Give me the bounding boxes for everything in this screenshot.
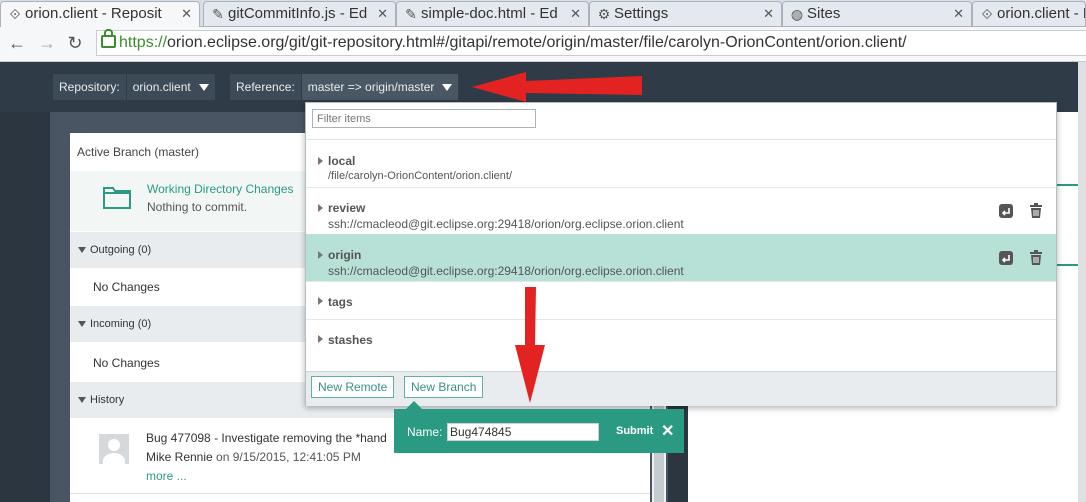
branch-name-input[interactable] bbox=[447, 423, 599, 441]
close-tab-icon[interactable]: ✕ bbox=[377, 2, 388, 26]
remote-item-tags[interactable]: tags bbox=[306, 281, 1056, 320]
chevron-down-icon bbox=[442, 84, 453, 92]
folder-icon bbox=[103, 187, 131, 209]
new-branch-popup: Name: Submit ✕ bbox=[394, 401, 684, 453]
filter-input[interactable] bbox=[312, 109, 536, 128]
back-arrow-icon[interactable]: ← bbox=[6, 31, 28, 55]
pencil-icon: ✎ bbox=[212, 6, 224, 22]
triangle-right-icon bbox=[318, 157, 323, 165]
browser-toolbar: ← → ↻ https://orion.eclipse.org/git/git-… bbox=[0, 27, 1086, 62]
address-bar[interactable]: https://orion.eclipse.org/git/git-reposi… bbox=[96, 29, 1086, 56]
name-label: Name: bbox=[407, 425, 443, 439]
active-branch-label: Active Branch (master) bbox=[77, 145, 200, 159]
new-branch-button[interactable]: New Branch bbox=[404, 376, 484, 398]
close-tab-icon[interactable]: ✕ bbox=[181, 2, 192, 26]
triangle-down-icon bbox=[78, 247, 86, 254]
submit-button[interactable]: Submit bbox=[616, 425, 653, 437]
trash-icon[interactable] bbox=[1028, 203, 1044, 219]
orion-diamond-icon: ⟐ bbox=[981, 6, 993, 22]
forward-arrow-icon[interactable]: → bbox=[36, 31, 58, 55]
fetch-icon[interactable] bbox=[998, 203, 1014, 219]
close-tab-icon[interactable]: ✕ bbox=[953, 2, 964, 26]
chevron-down-icon bbox=[198, 84, 209, 92]
annotation-arrow-down bbox=[515, 287, 545, 403]
tab-gitcommitinfo[interactable]: ✎ gitCommitInfo.js - Ed ✕ bbox=[203, 1, 396, 26]
new-remote-button[interactable]: New Remote bbox=[311, 376, 395, 398]
remote-item-review[interactable]: review ssh://cmacleod@git.eclipse.org:29… bbox=[306, 187, 1056, 235]
fetch-icon[interactable] bbox=[998, 250, 1014, 266]
triangle-right-icon bbox=[318, 335, 323, 343]
avatar bbox=[99, 434, 129, 464]
close-tab-icon[interactable]: ✕ bbox=[570, 2, 581, 26]
reference-selector[interactable]: Reference: master => origin/master bbox=[230, 74, 459, 100]
working-dir-status: Nothing to commit. bbox=[147, 200, 248, 214]
triangle-down-icon bbox=[78, 397, 86, 404]
triangle-down-icon bbox=[78, 321, 86, 328]
page-scrollbar[interactable] bbox=[1078, 62, 1086, 502]
outgoing-empty: No Changes bbox=[93, 280, 160, 294]
tab-orion-client-2[interactable]: ⟐ orion.client - Reposit bbox=[972, 1, 1086, 26]
close-icon[interactable]: ✕ bbox=[661, 421, 674, 441]
orion-diamond-icon: ⟐ bbox=[9, 6, 21, 22]
triangle-right-icon bbox=[318, 297, 323, 305]
globe-icon: ◍ bbox=[790, 6, 804, 22]
gear-icon: ⚙ bbox=[597, 6, 611, 22]
remote-item-origin[interactable]: origin ssh://cmacleod@git.eclipse.org:29… bbox=[306, 234, 1056, 282]
triangle-right-icon bbox=[318, 251, 323, 259]
tab-orion-client[interactable]: ⟐ orion.client - Reposit ✕ bbox=[0, 1, 200, 27]
pencil-icon: ✎ bbox=[405, 6, 417, 22]
browser-tab-strip: ⟐ orion.client - Reposit ✕ ✎ gitCommitIn… bbox=[0, 0, 1086, 27]
commit-title[interactable]: Bug 477098 - Investigate removing the *h… bbox=[146, 431, 387, 445]
lock-icon bbox=[101, 29, 116, 48]
incoming-empty: No Changes bbox=[93, 356, 160, 370]
more-link[interactable]: more ... bbox=[146, 469, 187, 483]
tab-simple-doc[interactable]: ✎ simple-doc.html - Ed ✕ bbox=[396, 1, 589, 26]
commit-meta: Mike Rennie on 9/15/2015, 12:41:05 PM bbox=[146, 450, 361, 464]
reload-icon[interactable]: ↻ bbox=[64, 31, 86, 55]
annotation-arrow-left bbox=[472, 72, 642, 102]
remote-item-stashes[interactable]: stashes bbox=[306, 319, 1056, 359]
trash-icon[interactable] bbox=[1028, 250, 1044, 266]
tab-settings[interactable]: ⚙ Settings ✕ bbox=[589, 1, 782, 26]
repository-selector[interactable]: Repository: orion.client bbox=[53, 74, 215, 100]
tab-sites[interactable]: ◍ Sites ✕ bbox=[782, 1, 972, 26]
working-dir-link[interactable]: Working Directory Changes bbox=[147, 182, 294, 196]
reference-dropdown: local /file/carolyn-OrionContent/orion.c… bbox=[305, 102, 1057, 406]
triangle-right-icon bbox=[318, 204, 323, 212]
close-tab-icon[interactable]: ✕ bbox=[763, 2, 774, 26]
remote-item-local[interactable]: local /file/carolyn-OrionContent/orion.c… bbox=[306, 140, 1056, 188]
